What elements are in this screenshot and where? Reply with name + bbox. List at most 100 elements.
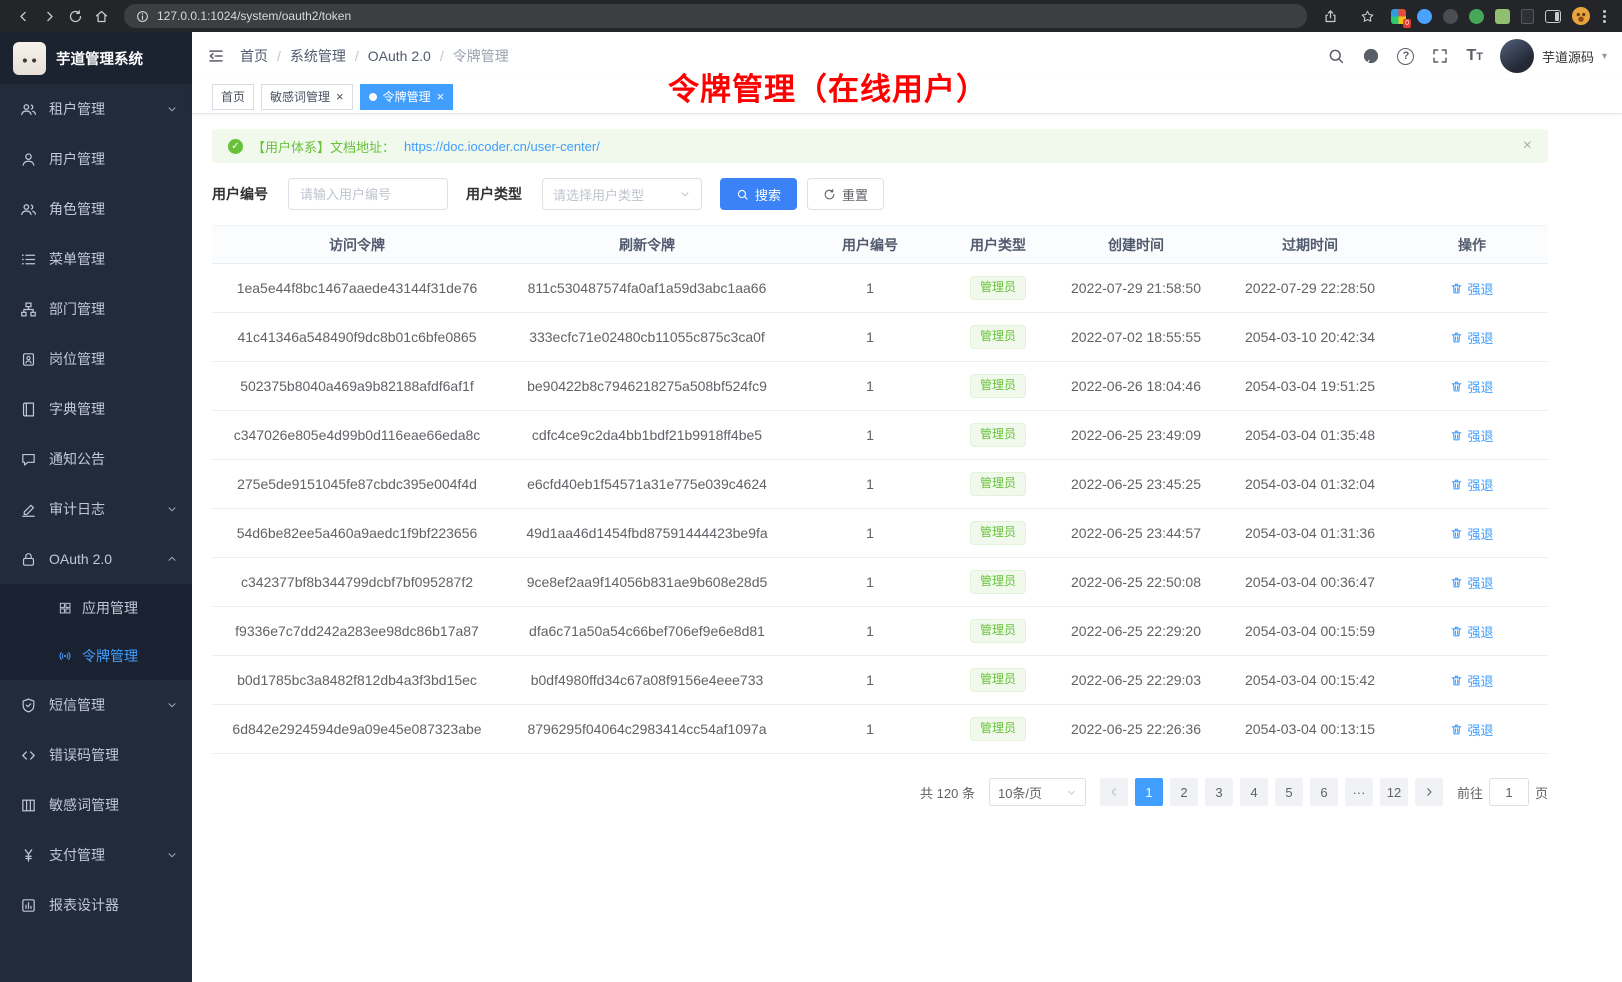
force-logout-button[interactable]: 强退 xyxy=(1450,524,1493,543)
extension-blue-icon[interactable] xyxy=(1417,9,1432,24)
trash-icon xyxy=(1450,282,1463,295)
sidebar-item-post[interactable]: 岗位管理 xyxy=(0,334,192,384)
goto-page-input[interactable] xyxy=(1489,778,1529,806)
sidebar-item-dept[interactable]: 部门管理 xyxy=(0,284,192,334)
alert-close-icon[interactable]: × xyxy=(1523,138,1532,154)
tab-close-icon[interactable]: × xyxy=(336,90,344,103)
access-token-cell: c347026e805e4d99b0d116eae66eda8c xyxy=(212,411,502,460)
browser-forward-icon[interactable] xyxy=(36,4,62,28)
tab-close-icon[interactable]: × xyxy=(437,90,445,103)
breadcrumb-separator: / xyxy=(355,48,359,64)
pagination-prev-button[interactable] xyxy=(1100,778,1128,806)
access-token-cell: 1ea5e44f8bc1467aaede43144f31de76 xyxy=(212,264,502,313)
side-panel-icon[interactable] xyxy=(1545,10,1561,23)
sidebar-item-dict[interactable]: 字典管理 xyxy=(0,384,192,434)
pagination-page-3[interactable]: 3 xyxy=(1205,778,1233,806)
pagination-next-button[interactable] xyxy=(1415,778,1443,806)
trash-icon xyxy=(1450,331,1463,344)
refresh-icon xyxy=(823,188,836,201)
sidebar-item-pay[interactable]: 支付管理 xyxy=(0,830,192,880)
user-menu[interactable]: 芋道源码 ▾ xyxy=(1500,39,1607,73)
force-logout-button[interactable]: 强退 xyxy=(1450,720,1493,739)
sidebar-item-role[interactable]: 角色管理 xyxy=(0,184,192,234)
tag-tab-2[interactable]: 令牌管理 × xyxy=(360,84,454,110)
expire-time-cell: 2054-03-04 19:51:25 xyxy=(1224,362,1396,411)
force-logout-button[interactable]: 强退 xyxy=(1450,475,1493,494)
extensions-puzzle-icon[interactable] xyxy=(1495,9,1510,24)
bookmark-star-icon[interactable] xyxy=(1354,4,1380,28)
action-cell: 强退 xyxy=(1396,656,1548,705)
user-type-badge: 管理员 xyxy=(970,325,1026,349)
pinned-extension-icon[interactable] xyxy=(1521,9,1534,24)
fullscreen-icon[interactable] xyxy=(1431,47,1449,65)
user-type-cell: 管理员 xyxy=(948,705,1048,754)
pagination-page-1[interactable]: 1 xyxy=(1135,778,1163,806)
browser-reload-icon[interactable] xyxy=(62,4,88,28)
refresh-token-cell: e6cfd40eb1f54571a31e775e039c4624 xyxy=(502,460,792,509)
sidebar-item-audit-log[interactable]: 审计日志 xyxy=(0,484,192,534)
breadcrumb-item[interactable]: 系统管理 xyxy=(290,46,346,66)
pagination-page-12[interactable]: 12 xyxy=(1380,778,1408,806)
search-icon[interactable] xyxy=(1327,47,1345,65)
search-button[interactable]: 搜索 xyxy=(720,178,797,210)
force-logout-button[interactable]: 强退 xyxy=(1450,671,1493,690)
sidebar-item-oauth2-app[interactable]: 应用管理 xyxy=(0,584,192,632)
sidebar-item-oauth2-token[interactable]: 令牌管理 xyxy=(0,632,192,680)
column-header: 过期时间 xyxy=(1224,226,1396,264)
force-logout-button[interactable]: 强退 xyxy=(1450,622,1493,641)
action-cell: 强退 xyxy=(1396,558,1548,607)
user-type-select[interactable]: 请选择用户类型 xyxy=(542,178,702,210)
extension-icon[interactable]: 0 xyxy=(1391,9,1406,24)
sidebar-item-sensitive-word[interactable]: 敏感词管理 xyxy=(0,780,192,830)
sidebar-item-error-code[interactable]: 错误码管理 xyxy=(0,730,192,780)
force-logout-button[interactable]: 强退 xyxy=(1450,328,1493,347)
breadcrumb-item[interactable]: OAuth 2.0 xyxy=(368,48,431,64)
table-row: 41c41346a548490f9dc8b01c6bfe0865 333ecfc… xyxy=(212,313,1548,362)
tag-tab-1[interactable]: 敏感词管理 × xyxy=(261,84,353,110)
sidebar-item-oauth2[interactable]: OAuth 2.0 xyxy=(0,534,192,584)
browser-profile-avatar[interactable] xyxy=(1572,7,1590,25)
github-icon[interactable] xyxy=(1362,47,1380,65)
site-info-icon[interactable] xyxy=(136,10,149,23)
page-size-select[interactable]: 10条/页 xyxy=(989,778,1086,806)
doc-link[interactable]: https://doc.iocoder.cn/user-center/ xyxy=(404,139,600,154)
sidebar-item-user[interactable]: 用户管理 xyxy=(0,134,192,184)
browser-menu-icon[interactable] xyxy=(1601,8,1608,25)
user-type-badge: 管理员 xyxy=(970,472,1026,496)
tag-tab-0[interactable]: 首页 xyxy=(212,84,254,110)
table-row: 502375b8040a469a9b82188afdf6af1f be90422… xyxy=(212,362,1548,411)
sidebar-item-menu[interactable]: 菜单管理 xyxy=(0,234,192,284)
user-type-label: 用户类型 xyxy=(466,184,522,204)
user-id-input[interactable] xyxy=(288,178,448,210)
force-logout-button[interactable]: 强退 xyxy=(1450,426,1493,445)
font-size-icon[interactable]: TT xyxy=(1466,48,1483,64)
pagination-page-6[interactable]: 6 xyxy=(1310,778,1338,806)
sidebar-item-notice[interactable]: 通知公告 xyxy=(0,434,192,484)
force-logout-button[interactable]: 强退 xyxy=(1450,573,1493,592)
pagination-more[interactable]: ··· xyxy=(1345,778,1373,806)
sidebar-item-tenant[interactable]: 租户管理 xyxy=(0,84,192,134)
expire-time-cell: 2054-03-10 20:42:34 xyxy=(1224,313,1396,362)
extension-green-icon[interactable] xyxy=(1469,9,1484,24)
pagination-page-4[interactable]: 4 xyxy=(1240,778,1268,806)
help-icon[interactable]: ? xyxy=(1397,48,1414,65)
sidebar-item-sms[interactable]: 短信管理 xyxy=(0,680,192,730)
reset-button[interactable]: 重置 xyxy=(807,178,884,210)
pagination-page-5[interactable]: 5 xyxy=(1275,778,1303,806)
pagination-page-2[interactable]: 2 xyxy=(1170,778,1198,806)
address-bar[interactable]: 127.0.0.1:1024/system/oauth2/token xyxy=(124,4,1307,28)
share-icon[interactable] xyxy=(1317,4,1343,28)
extension-dark-icon[interactable] xyxy=(1443,9,1458,24)
browser-home-icon[interactable] xyxy=(88,4,114,28)
force-logout-button[interactable]: 强退 xyxy=(1450,377,1493,396)
menu-fold-icon[interactable] xyxy=(207,47,225,65)
sidebar-item-report-designer[interactable]: 报表设计器 xyxy=(0,880,192,930)
menu-item-label: 通知公告 xyxy=(49,449,178,469)
user-type-badge: 管理员 xyxy=(970,619,1026,643)
browser-back-icon[interactable] xyxy=(10,4,36,28)
breadcrumb-item[interactable]: 首页 xyxy=(240,46,268,66)
action-cell: 强退 xyxy=(1396,362,1548,411)
force-logout-button[interactable]: 强退 xyxy=(1450,279,1493,298)
sidebar: 芋道管理系统 租户管理 用户管理 角色管理 菜单管理 部门管理 岗位管理 字典管… xyxy=(0,32,192,982)
refresh-token-cell: dfa6c71a50a54c66bef706ef9e6e8d81 xyxy=(502,607,792,656)
